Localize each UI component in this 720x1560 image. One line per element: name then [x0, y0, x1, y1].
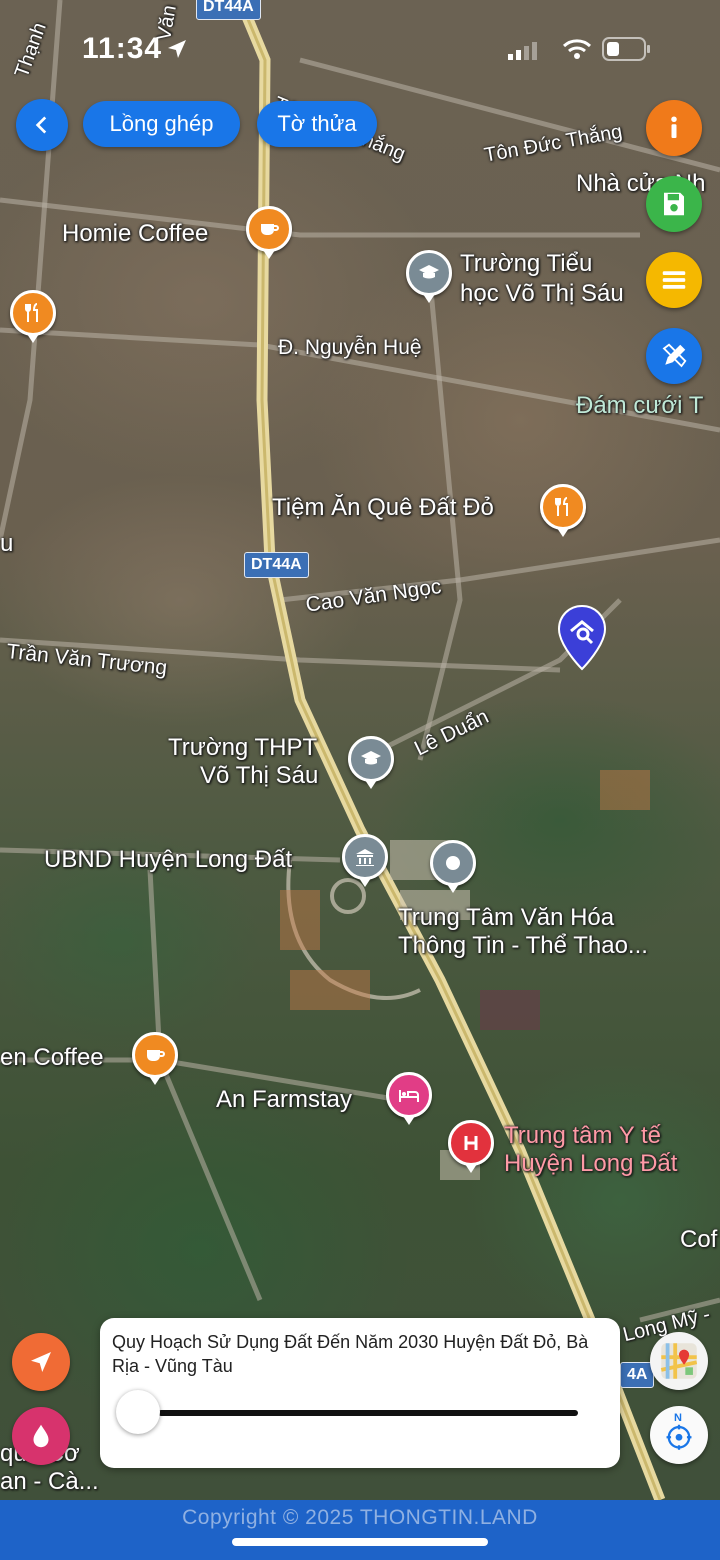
battery-icon	[602, 37, 650, 61]
place-label-cof: Cof	[680, 1226, 718, 1253]
edit-tools-button[interactable]	[646, 328, 702, 384]
to-thua-button[interactable]: Tờ thửa	[257, 101, 377, 147]
info-icon	[671, 116, 677, 138]
place-label-trung-tam-yte-2: Huyện Long Đất	[504, 1150, 678, 1177]
save-icon	[664, 192, 684, 216]
back-button[interactable]	[16, 99, 68, 151]
school-graduation-cap-icon[interactable]	[406, 250, 452, 303]
wifi-icon	[562, 39, 592, 59]
place-label-dam-cuoi: Đám cưới T	[576, 392, 704, 419]
rooftop-cluster	[290, 970, 370, 1010]
road-shield-dt44a-bottom: 4A	[620, 1362, 655, 1388]
locate-me-button[interactable]	[12, 1333, 70, 1391]
coffee-cup-icon[interactable]	[246, 206, 292, 259]
school-graduation-cap-icon[interactable]	[348, 736, 394, 789]
place-label-truong-tieu-hoc-2: học Võ Thị Sáu	[460, 280, 624, 307]
road-shield-dt44a-mid: DT44A	[244, 552, 309, 578]
coffee-cup-icon[interactable]	[132, 1032, 178, 1085]
restaurant-fork-knife-icon[interactable]	[10, 290, 56, 343]
place-label-truong-thpt-2: Võ Thị Sáu	[200, 762, 319, 789]
water-drop-button[interactable]	[12, 1407, 70, 1465]
save-button[interactable]	[646, 176, 702, 232]
rooftop-cluster	[280, 890, 320, 950]
copyright-text: Copyright © 2025 THONGTIN.LAND	[182, 1506, 538, 1529]
road-label-nguyen-hue: Đ. Nguyễn Huệ	[278, 336, 422, 359]
government-building-icon[interactable]	[342, 834, 388, 887]
place-label-homie-coffee: Homie Coffee	[62, 220, 209, 247]
status-bar: 11:34	[0, 0, 720, 96]
place-label-tiem-an: Tiệm Ăn Quê Đất Đỏ	[272, 494, 494, 521]
footer-bar: Copyright © 2025 THONGTIN.LAND	[0, 1500, 720, 1560]
place-label-u: u	[0, 530, 14, 557]
navigation-arrow-icon	[31, 1352, 51, 1372]
list-button[interactable]	[646, 252, 702, 308]
map-type-button[interactable]	[650, 1332, 708, 1390]
rooftop-cluster	[600, 770, 650, 810]
home-indicator[interactable]	[232, 1538, 488, 1546]
place-label-trung-tam-yte-1: Trung tâm Y tế	[504, 1122, 661, 1149]
restaurant-fork-knife-icon[interactable]	[540, 484, 586, 537]
chevron-left-icon	[35, 116, 47, 134]
info-button[interactable]	[646, 100, 702, 156]
minor-road	[147, 869, 263, 1301]
planning-layer-title: Quy Hoạch Sử Dụng Đất Đến Năm 2030 Huyện…	[112, 1332, 589, 1376]
place-label-trung-tam-vh-1: Trung Tâm Văn Hóa	[398, 904, 615, 931]
place-dot-icon[interactable]	[430, 840, 476, 893]
place-label-ubnd: UBND Huyện Long Đất	[44, 846, 293, 873]
compass-button[interactable]: N	[650, 1406, 708, 1464]
water-drop-icon	[33, 1424, 49, 1448]
place-label-an-farmstay: An Farmstay	[216, 1086, 353, 1113]
place-label-truong-tieu-hoc-1: Trường Tiểu	[460, 250, 593, 277]
opacity-slider-track[interactable]	[158, 1410, 578, 1416]
signal-bars-icon	[508, 42, 537, 60]
status-time: 11:34	[82, 32, 163, 65]
pencil-ruler-icon	[662, 343, 687, 368]
long-ghep-button[interactable]: Lồng ghép	[83, 101, 240, 147]
hotel-bed-icon[interactable]	[386, 1072, 432, 1125]
opacity-slider-knob[interactable]	[116, 1390, 160, 1434]
compass-north-label: N	[674, 1412, 682, 1424]
planning-layer-panel: Quy Hoạch Sử Dụng Đất Đến Năm 2030 Huyện…	[100, 1318, 620, 1468]
list-icon	[662, 271, 686, 289]
hospital-h-icon[interactable]	[448, 1120, 494, 1173]
map-thumbnail-icon	[660, 1343, 698, 1379]
place-label-truong-thpt-1: Trường THPT	[168, 734, 318, 761]
search-location-pin-icon[interactable]	[556, 604, 608, 672]
location-arrow-icon	[168, 40, 186, 58]
dark-field	[480, 990, 540, 1030]
place-label-trung-tam-vh-2: Thông Tin - Thể Thao...	[398, 932, 648, 959]
place-label-en-coffee: en Coffee	[0, 1044, 104, 1071]
place-label-que-co-2: an - Cà...	[0, 1468, 99, 1495]
